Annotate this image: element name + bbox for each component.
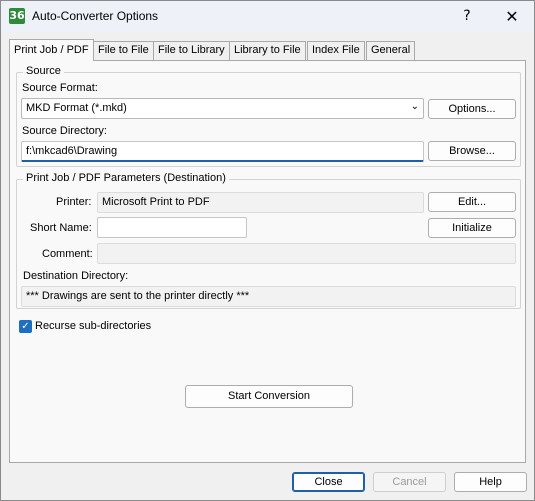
short-name-input[interactable]: [97, 217, 247, 238]
source-directory-input[interactable]: f:\mkcad6\Drawing: [21, 141, 424, 162]
tab-print-job-pdf[interactable]: Print Job / PDF: [9, 39, 94, 61]
edit-printer-button[interactable]: Edit...: [428, 192, 516, 212]
destination-directory-field: *** Drawings are sent to the printer dir…: [21, 286, 516, 307]
source-group: Source Source Format: MKD Format (*.mkd)…: [16, 65, 521, 167]
comment-label: Comment:: [42, 248, 93, 260]
dialog-footer: Close Cancel Help: [1, 466, 534, 500]
recurse-checkbox[interactable]: ✓: [19, 320, 32, 333]
cancel-button[interactable]: Cancel: [373, 472, 446, 492]
start-conversion-button[interactable]: Start Conversion: [185, 385, 353, 408]
printer-label: Printer:: [56, 196, 92, 208]
tab-file-to-file[interactable]: File to File: [93, 41, 154, 60]
destination-directory-label: Destination Directory:: [23, 270, 129, 282]
comment-field: [97, 243, 516, 264]
app-icon: 36: [9, 8, 25, 24]
initialize-button[interactable]: Initialize: [428, 218, 516, 238]
tab-general[interactable]: General: [366, 41, 416, 60]
chevron-down-icon: ⌄: [410, 101, 419, 112]
destination-group-label: Print Job / PDF Parameters (Destination): [23, 172, 229, 184]
recurse-label[interactable]: Recurse sub-directories: [35, 320, 151, 332]
auto-converter-options-dialog: 36 Auto-Converter Options ? ✕ Print Job …: [0, 0, 535, 501]
tab-file-to-library[interactable]: File to Library: [153, 41, 230, 60]
source-group-label: Source: [23, 65, 64, 77]
help-button[interactable]: Help: [454, 472, 527, 492]
close-button[interactable]: Close: [292, 472, 365, 492]
source-directory-label: Source Directory:: [22, 125, 107, 137]
close-icon[interactable]: ✕: [490, 1, 534, 32]
source-format-value: MKD Format (*.mkd): [26, 102, 127, 114]
window-title: Auto-Converter Options: [32, 9, 159, 23]
printer-field: Microsoft Print to PDF: [97, 192, 424, 213]
help-icon[interactable]: ?: [445, 1, 489, 32]
source-format-select[interactable]: MKD Format (*.mkd) ⌄: [21, 98, 424, 119]
destination-group: Print Job / PDF Parameters (Destination)…: [16, 172, 521, 309]
tab-library-to-file[interactable]: Library to File: [229, 41, 306, 60]
options-button[interactable]: Options...: [428, 99, 516, 119]
short-name-label: Short Name:: [30, 222, 92, 234]
title-bar: 36 Auto-Converter Options ? ✕: [1, 1, 534, 32]
browse-button[interactable]: Browse...: [428, 141, 516, 161]
tab-index-file[interactable]: Index File: [307, 41, 365, 60]
tab-panel: Source Source Format: MKD Format (*.mkd)…: [9, 60, 526, 463]
source-format-label: Source Format:: [22, 82, 98, 94]
